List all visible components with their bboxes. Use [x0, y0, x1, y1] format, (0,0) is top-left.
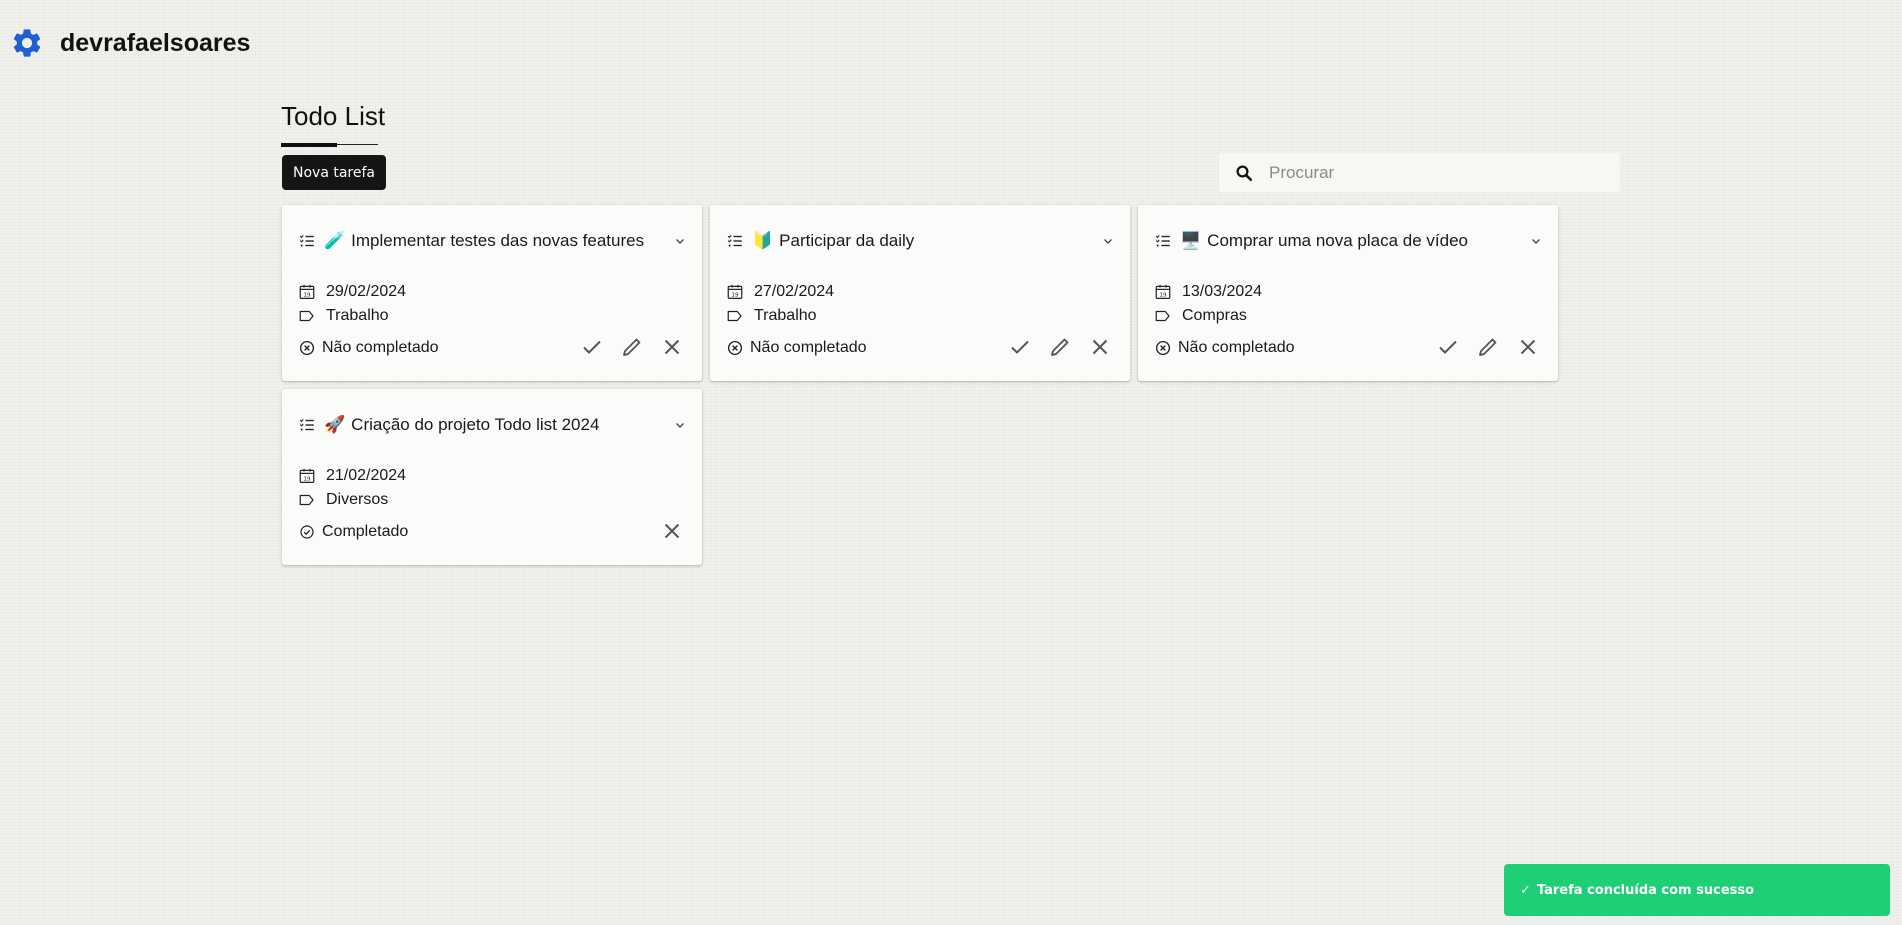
delete-icon[interactable] — [660, 335, 684, 359]
task-title: Implementar testes das novas features — [351, 231, 645, 250]
search-input[interactable] — [1269, 162, 1589, 183]
task-category-text: Compras — [1182, 307, 1247, 324]
task-title: Participar da daily — [779, 231, 915, 250]
brand-name: devrafaelsoares — [60, 28, 251, 57]
calendar-icon: 19 — [299, 284, 315, 299]
task-emoji: 🧪 — [324, 231, 346, 251]
delete-icon[interactable] — [1516, 335, 1540, 359]
task-emoji: 🖥️ — [1180, 231, 1202, 251]
check-icon: ✓ — [1520, 882, 1531, 898]
task-actions — [1436, 335, 1540, 359]
calendar-icon: 19 — [1155, 284, 1171, 299]
svg-text:19: 19 — [1159, 293, 1167, 299]
task-card[interactable]: 🚀 Criação do projeto Todo list 2024 19 21/0… — [282, 389, 702, 565]
task-card[interactable]: 🧪 Implementar testes das novas features 19… — [282, 205, 702, 381]
task-header: 🔰 Participar da daily — [726, 231, 914, 251]
toast-message: Tarefa concluída com sucesso — [1536, 882, 1755, 898]
task-status-text: Completado — [322, 523, 409, 540]
chevron-down-icon[interactable] — [1530, 235, 1542, 247]
edit-icon[interactable] — [1048, 335, 1072, 359]
task-status: Não completado — [726, 339, 867, 357]
new-task-button[interactable]: Nova tarefa — [282, 155, 386, 190]
task-title: Comprar uma nova placa de vídeo — [1207, 231, 1468, 250]
task-card[interactable]: 🖥️ Comprar uma nova placa de vídeo 19 13/03… — [1138, 205, 1558, 381]
search-icon — [1236, 165, 1253, 181]
tag-icon — [1155, 310, 1170, 322]
delete-icon[interactable] — [660, 519, 684, 543]
checklist-icon — [1155, 234, 1170, 247]
task-header: 🚀 Criação do projeto Todo list 2024 — [298, 415, 599, 435]
task-title: Criação do projeto Todo list 2024 — [351, 415, 600, 434]
task-date: 19 29/02/2024 — [298, 283, 406, 301]
task-category-text: Trabalho — [326, 307, 389, 324]
checklist-icon — [299, 234, 314, 247]
task-category-text: Trabalho — [754, 307, 817, 324]
task-emoji: 🚀 — [324, 415, 346, 435]
task-date-text: 27/02/2024 — [754, 283, 835, 300]
chevron-down-icon[interactable] — [674, 419, 686, 431]
task-status-text: Não completado — [1178, 339, 1295, 356]
task-status: Completado — [298, 523, 408, 541]
page-title: Todo List — [281, 101, 386, 131]
task-actions — [580, 335, 684, 359]
svg-text:19: 19 — [731, 293, 739, 299]
task-actions — [1008, 335, 1112, 359]
tag-icon — [299, 494, 314, 506]
edit-icon[interactable] — [1476, 335, 1500, 359]
task-date: 19 21/02/2024 — [298, 467, 406, 485]
complete-icon[interactable] — [1008, 335, 1032, 359]
title-underline-accent — [281, 143, 337, 147]
svg-text:19: 19 — [303, 293, 311, 299]
calendar-icon: 19 — [727, 284, 743, 299]
chevron-down-icon[interactable] — [1102, 235, 1114, 247]
task-emoji: 🔰 — [752, 231, 774, 251]
task-date-text: 21/02/2024 — [326, 467, 407, 484]
success-toast[interactable]: ✓ Tarefa concluída com sucesso — [1504, 864, 1890, 916]
checklist-icon — [727, 234, 742, 247]
tag-icon — [727, 310, 742, 322]
checklist-icon — [299, 418, 314, 431]
brand: devrafaelsoares — [10, 26, 250, 60]
gear-icon — [13, 29, 41, 57]
check-circle-icon — [300, 525, 314, 539]
task-status: Não completado — [1154, 339, 1295, 357]
task-category: Trabalho — [298, 307, 389, 325]
task-status-text: Não completado — [322, 339, 439, 356]
edit-icon[interactable] — [620, 335, 644, 359]
task-date: 19 27/02/2024 — [726, 283, 834, 301]
task-date-text: 13/03/2024 — [1182, 283, 1263, 300]
task-category-text: Diversos — [326, 491, 389, 508]
chevron-down-icon[interactable] — [674, 235, 686, 247]
task-card[interactable]: 🔰 Participar da daily 19 27/02/2024 Trabalho… — [710, 205, 1130, 381]
task-category: Diversos — [298, 491, 388, 509]
complete-icon[interactable] — [580, 335, 604, 359]
task-status-text: Não completado — [750, 339, 867, 356]
x-circle-icon — [299, 340, 315, 356]
x-circle-icon — [1155, 340, 1171, 356]
calendar-icon: 19 — [299, 468, 315, 483]
svg-text:19: 19 — [303, 477, 311, 483]
task-date: 19 13/03/2024 — [1154, 283, 1262, 301]
task-actions — [660, 519, 684, 543]
task-date-text: 29/02/2024 — [326, 283, 407, 300]
search-box — [1219, 153, 1620, 192]
task-header: 🖥️ Comprar uma nova placa de vídeo — [1154, 231, 1468, 251]
delete-icon[interactable] — [1088, 335, 1112, 359]
task-category: Compras — [1154, 307, 1247, 325]
task-header: 🧪 Implementar testes das novas features — [298, 231, 644, 251]
tag-icon — [299, 310, 314, 322]
complete-icon[interactable] — [1436, 335, 1460, 359]
task-category: Trabalho — [726, 307, 817, 325]
x-circle-icon — [727, 340, 743, 356]
task-status: Não completado — [298, 339, 439, 357]
